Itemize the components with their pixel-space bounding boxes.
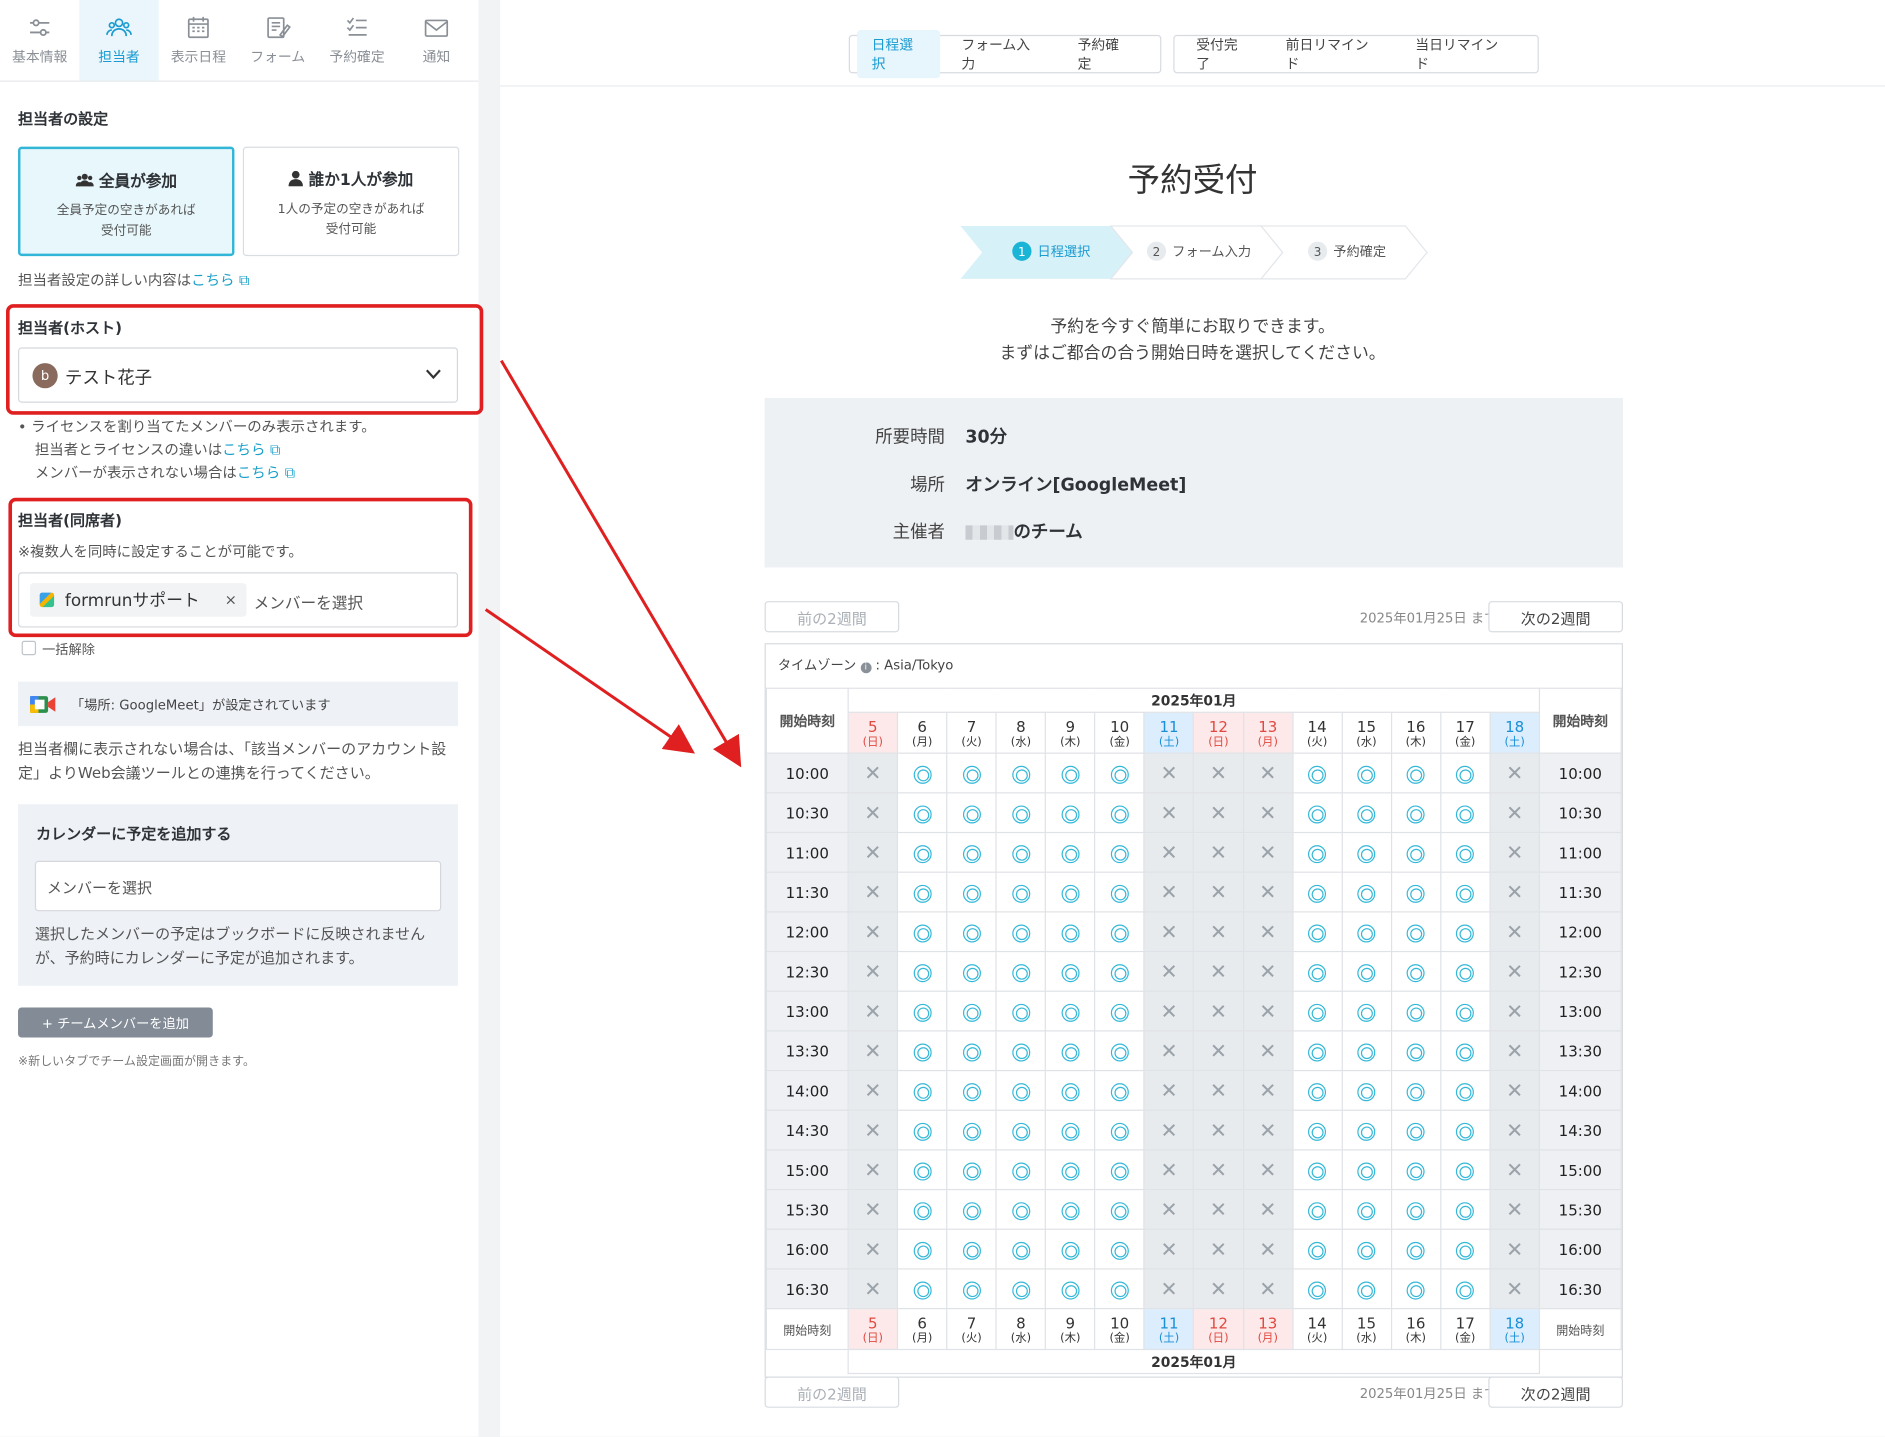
annotation-arrows <box>484 359 742 768</box>
